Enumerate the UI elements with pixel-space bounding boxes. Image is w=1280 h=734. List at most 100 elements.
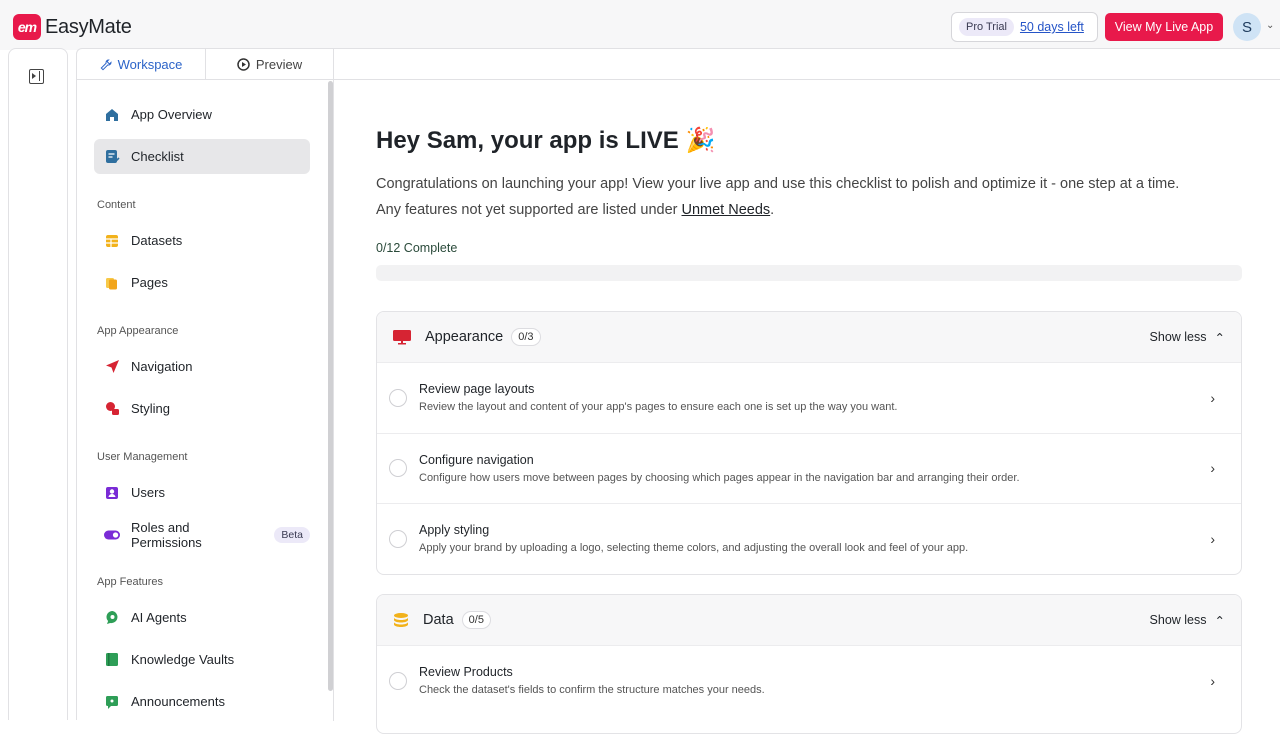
- sidebar-item-knowledge-vaults[interactable]: Knowledge Vaults: [94, 642, 310, 677]
- sidebar-item-roles-and-permissions[interactable]: Roles and Permissions Beta: [94, 517, 310, 552]
- sidebar-divider: [333, 49, 334, 721]
- checklist-item-review-products[interactable]: Review Products Check the dataset's field…: [377, 645, 1241, 716]
- checklist-item-description: Check the dataset's fields to confirm th…: [419, 684, 765, 697]
- home-icon: [104, 107, 120, 123]
- sidebar-item-users[interactable]: Users: [94, 475, 310, 510]
- checklist-item-description: Configure how users move between pages b…: [419, 471, 1020, 484]
- data-card-header[interactable]: Data 0/5 Show less ⌃: [377, 595, 1241, 645]
- play-circle-icon: [237, 58, 250, 71]
- sidebar-scrollbar[interactable]: [328, 81, 333, 691]
- sidebar-item-navigation[interactable]: Navigation: [94, 349, 310, 384]
- section-label-user-management: User Management: [97, 451, 188, 463]
- description-prefix: Any features not yet supported are liste…: [376, 202, 682, 218]
- sidebar-item-label: Datasets: [131, 233, 183, 248]
- navigation-arrow-icon: [104, 359, 120, 375]
- unmet-needs-link[interactable]: Unmet Needs: [682, 202, 771, 218]
- appearance-card-header[interactable]: Appearance 0/3 Show less ⌃: [377, 312, 1241, 362]
- show-less-label: Show less: [1149, 330, 1207, 344]
- view-live-app-button[interactable]: View My Live App: [1105, 13, 1223, 41]
- description-suffix: .: [770, 202, 775, 218]
- sidebar-item-label: Checklist: [131, 149, 184, 164]
- sidebar-toggle-icon[interactable]: [29, 69, 44, 84]
- tab-preview[interactable]: Preview: [205, 49, 333, 80]
- workspace-tabs: Workspace Preview: [77, 49, 333, 80]
- user-icon: [104, 485, 120, 501]
- table-icon: [104, 233, 120, 249]
- checkbox-circle[interactable]: [389, 671, 407, 690]
- main-top-divider: [333, 79, 1280, 80]
- app-logo[interactable]: em EasyMate: [13, 14, 132, 40]
- sidebar-item-checklist[interactable]: Checklist: [94, 139, 310, 174]
- checkbox-circle[interactable]: [389, 388, 407, 407]
- checklist-item-title: Review Products: [419, 665, 513, 680]
- show-less-button[interactable]: Show less ⌃: [1150, 330, 1225, 345]
- monitor-icon: [393, 330, 411, 345]
- card-title: Appearance: [425, 329, 504, 345]
- tab-workspace[interactable]: Workspace: [77, 49, 205, 80]
- checklist-item-title: Review page layouts: [419, 382, 535, 397]
- sidebar-item-announcements[interactable]: Announcements: [94, 684, 310, 719]
- sidebar-item-pages[interactable]: Pages: [94, 265, 310, 300]
- show-less-label: Show less: [1149, 613, 1207, 627]
- checklist-item-review-page-layouts[interactable]: Review page layouts Review the layout and…: [377, 362, 1241, 433]
- chevron-up-icon: ⌃: [1214, 330, 1225, 345]
- beta-badge: Beta: [274, 526, 310, 543]
- chevron-right-icon[interactable]: ›: [1210, 390, 1215, 406]
- top-bar: em EasyMate Pro Trial 50 days left View …: [0, 0, 1280, 50]
- sidebar-item-app-overview[interactable]: App Overview: [94, 97, 310, 132]
- section-label-app-appearance: App Appearance: [97, 325, 179, 337]
- sidebar-item-label: App Overview: [131, 107, 212, 122]
- description-line-1: Congratulations on launching your app! V…: [376, 176, 1180, 192]
- sidebar-item-label: AI Agents: [131, 610, 187, 625]
- workspace-panel: Workspace Preview App Overview Checklist…: [76, 48, 1280, 734]
- logo-mark-icon: em: [13, 14, 41, 40]
- user-avatar[interactable]: S: [1233, 13, 1261, 41]
- sidebar-item-styling[interactable]: Styling: [94, 391, 310, 426]
- show-less-button[interactable]: Show less ⌃: [1150, 613, 1225, 628]
- checkbox-circle[interactable]: [389, 529, 407, 548]
- progress-label: 0/12 Complete: [376, 241, 458, 255]
- checklist-item-configure-navigation[interactable]: Configure navigation Configure how users …: [377, 432, 1241, 504]
- checklist-icon: [104, 149, 120, 165]
- section-label-content: Content: [97, 199, 136, 211]
- ai-agent-icon: [104, 610, 120, 626]
- appearance-card: Appearance 0/3 Show less ⌃ Review page la…: [376, 311, 1242, 575]
- chevron-down-icon[interactable]: ⌄: [1266, 20, 1274, 31]
- sidebar-item-label: Navigation: [131, 359, 193, 374]
- checkbox-circle[interactable]: [389, 459, 407, 478]
- sidebar-item-label: Announcements: [131, 694, 225, 709]
- days-left-link[interactable]: 50 days left: [1020, 20, 1084, 34]
- tab-workspace-label: Workspace: [117, 57, 183, 72]
- database-icon: [394, 613, 408, 627]
- card-count-badge: 0/5: [461, 611, 491, 629]
- checklist-item-title: Apply styling: [419, 523, 490, 538]
- checklist-item-title: Configure navigation: [419, 452, 534, 467]
- checklist-item-description: Review the layout and content of your ap…: [419, 401, 898, 414]
- greeting-text: Hey Sam, your app is LIVE: [376, 127, 679, 154]
- sidebar-item-datasets[interactable]: Datasets: [94, 223, 310, 258]
- sidebar-item-label: Styling: [131, 401, 171, 416]
- left-rail: [8, 48, 68, 720]
- page-title: Hey Sam, your app is LIVE 🎉: [376, 126, 715, 155]
- page-description: Congratulations on launching your app! V…: [376, 171, 1243, 223]
- chevron-right-icon[interactable]: ›: [1210, 460, 1215, 476]
- book-icon: [104, 652, 120, 668]
- chevron-right-icon[interactable]: ›: [1210, 673, 1215, 689]
- sidebar-item-label: Users: [131, 485, 165, 500]
- progress-bar: [376, 265, 1242, 281]
- section-label-app-features: App Features: [97, 576, 164, 588]
- toggle-icon: [104, 527, 120, 543]
- checklist-item-description: Apply your brand by uploading a logo, se…: [419, 542, 969, 555]
- card-title: Data: [423, 612, 454, 628]
- data-card: Data 0/5 Show less ⌃ Review Products Check…: [376, 594, 1242, 734]
- chevron-up-icon: ⌃: [1214, 613, 1225, 628]
- sidebar-item-label: Knowledge Vaults: [131, 652, 235, 667]
- description-line-2: Any features not yet supported are liste…: [376, 197, 1243, 223]
- sidebar-item-ai-agents[interactable]: AI Agents: [94, 600, 310, 635]
- trial-status: Pro Trial 50 days left: [951, 12, 1098, 42]
- pages-icon: [104, 275, 120, 291]
- announcement-icon: [104, 694, 120, 710]
- sidebar-item-label: Roles and Permissions: [131, 519, 202, 550]
- chevron-right-icon[interactable]: ›: [1210, 531, 1215, 547]
- checklist-item-apply-styling[interactable]: Apply styling Apply your brand by uploadi…: [377, 503, 1241, 574]
